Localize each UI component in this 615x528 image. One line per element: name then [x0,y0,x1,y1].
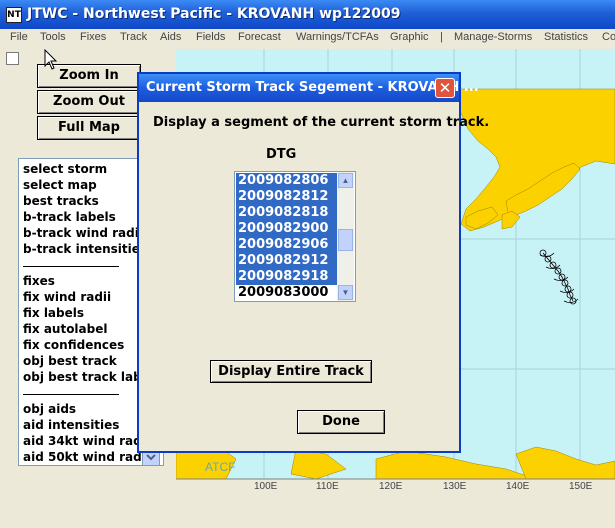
layer-item[interactable]: fix autolabel [23,322,108,336]
layer-item[interactable]: fix confidences [23,338,124,352]
scroll-down-button[interactable]: ▼ [338,285,353,300]
menu-warnings[interactable]: Warnings/TCFAs [296,31,379,43]
layer-item[interactable]: obj best track [23,354,117,368]
lon-label-110e: 110E [316,481,339,492]
lon-label-120e: 120E [379,481,403,492]
window-title: JTWC - Northwest Pacific - KROVANH wp122… [27,6,401,22]
chevron-up-icon: ▲ [341,176,350,185]
layer-item[interactable]: aid intensities [23,418,119,432]
menu-statistics[interactable]: Statistics [544,31,588,43]
layer-item[interactable]: b-track labels [23,210,116,224]
menu-track[interactable]: Track [120,31,147,43]
done-button[interactable]: Done [297,410,385,434]
lon-label-140e: 140E [506,481,530,492]
dtg-scrollbar[interactable]: ▲ ▼ [337,172,354,301]
close-icon: ✕ [438,79,452,97]
menu-fixes[interactable]: Fixes [80,31,106,43]
dtg-item[interactable]: 2009082912 [236,253,337,269]
display-entire-track-button[interactable]: Display Entire Track [210,360,372,383]
menu-manage-storms[interactable]: Manage-Storms [454,31,532,43]
dtg-item[interactable]: 2009082818 [236,205,337,221]
layer-item[interactable]: aid 34kt wind radii [23,434,150,448]
storm-track-segment-dialog: Current Storm Track Segement - KROVANH .… [137,72,489,453]
layer-item[interactable]: fixes [23,274,55,288]
dtg-item[interactable]: 2009082812 [236,189,337,205]
layer-item[interactable]: obj aids [23,402,76,416]
dtg-item[interactable]: 2009082806 [236,173,337,189]
layer-item[interactable]: select storm [23,162,107,176]
dtg-item[interactable]: 2009083000 [236,285,337,301]
lon-label-130e: 130E [443,481,467,492]
menu-file[interactable]: File [10,31,28,43]
menu-tools[interactable]: Tools [40,31,66,43]
mouse-cursor-icon [44,49,58,70]
layer-item[interactable]: fix labels [23,306,84,320]
layer-item[interactable]: b-track intensities [23,242,147,256]
lon-label-150e: 150E [569,481,593,492]
full-map-button[interactable]: Full Map [37,116,141,140]
dtg-label: DTG [266,147,297,162]
layer-item[interactable]: fix wind radii [23,290,111,304]
menu-separator: | [440,31,443,43]
menu-co[interactable]: Co [602,31,615,43]
dialog-title-bar[interactable]: Current Storm Track Segement - KROVANH .… [139,74,479,102]
dtg-listbox[interactable]: 2009082806 2009082812 2009082818 2009082… [234,171,356,302]
list-divider [23,266,119,267]
dtg-item[interactable]: 2009082918 [236,269,337,285]
layer-item[interactable]: b-track wind radii [23,226,143,240]
dialog-close-button[interactable]: ✕ [435,78,455,98]
app-icon[interactable]: NT [6,7,22,23]
menu-aids[interactable]: Aids [160,31,181,43]
menu-bar: File Tools Fixes Track Aids Fields Forec… [0,29,615,48]
dialog-title: Current Storm Track Segement - KROVANH .… [146,80,479,95]
list-divider [23,394,119,395]
dtg-item[interactable]: 2009082900 [236,221,337,237]
map-watermark: ATCF [205,460,236,474]
scroll-up-button[interactable]: ▲ [338,173,353,188]
menu-graphic[interactable]: Graphic [390,31,429,43]
title-bar: NT JTWC - Northwest Pacific - KROVANH wp… [0,0,615,29]
layer-item[interactable]: aid 50kt wind radii [23,450,150,464]
chevron-down-icon: ▼ [341,288,350,297]
dialog-prompt: Display a segment of the current storm t… [153,115,490,130]
menu-fields[interactable]: Fields [196,31,225,43]
dtg-item[interactable]: 2009082906 [236,237,337,253]
scroll-thumb[interactable] [338,229,353,251]
layer-item[interactable]: select map [23,178,97,192]
lon-label-100e: 100E [254,481,278,492]
menu-forecast[interactable]: Forecast [238,31,281,43]
toggle-checkbox[interactable] [6,52,19,65]
layer-item[interactable]: best tracks [23,194,99,208]
zoom-out-button[interactable]: Zoom Out [37,90,141,114]
